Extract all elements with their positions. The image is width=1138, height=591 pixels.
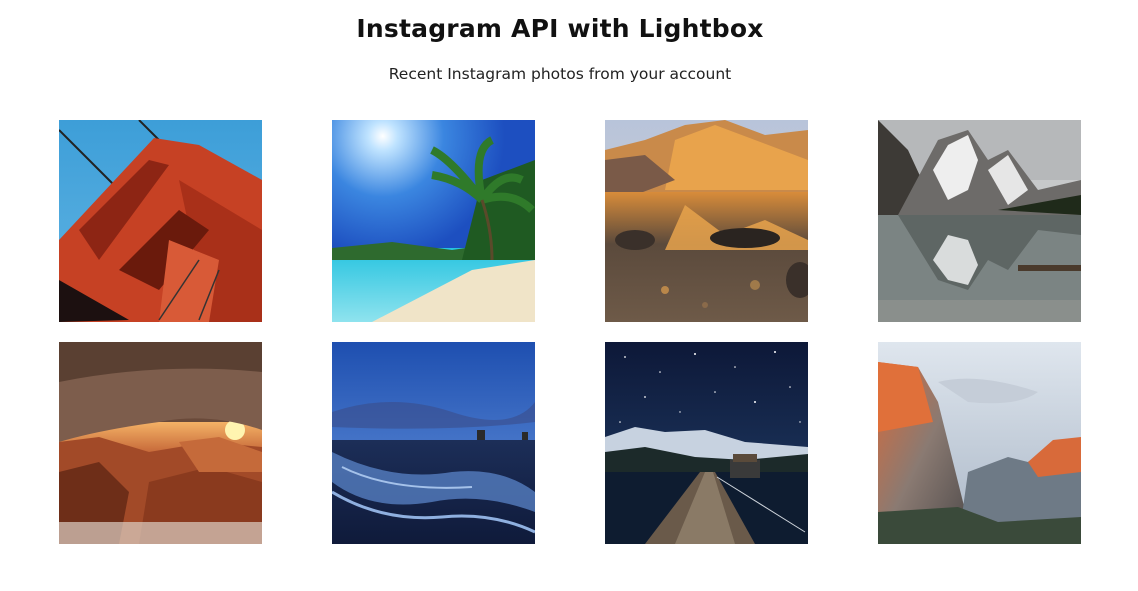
mountain-lake-reflection-photo[interactable] (605, 120, 808, 322)
page: Instagram API with Lightbox Recent Insta… (0, 0, 1138, 591)
page-title: Instagram API with Lightbox (356, 14, 764, 43)
golden-gate-bridge-photo[interactable] (59, 120, 262, 322)
photo-grid (59, 120, 1081, 545)
moraine-lake-photo[interactable] (878, 120, 1081, 322)
page-subtitle: Recent Instagram photos from your accoun… (388, 65, 732, 83)
el-capitan-photo[interactable] (878, 342, 1081, 544)
beach-dusk-photo[interactable] (332, 342, 535, 544)
tropical-beach-photo[interactable] (332, 120, 535, 322)
starry-pier-photo[interactable] (605, 342, 808, 544)
mesa-arch-sunrise-photo[interactable] (59, 342, 262, 544)
